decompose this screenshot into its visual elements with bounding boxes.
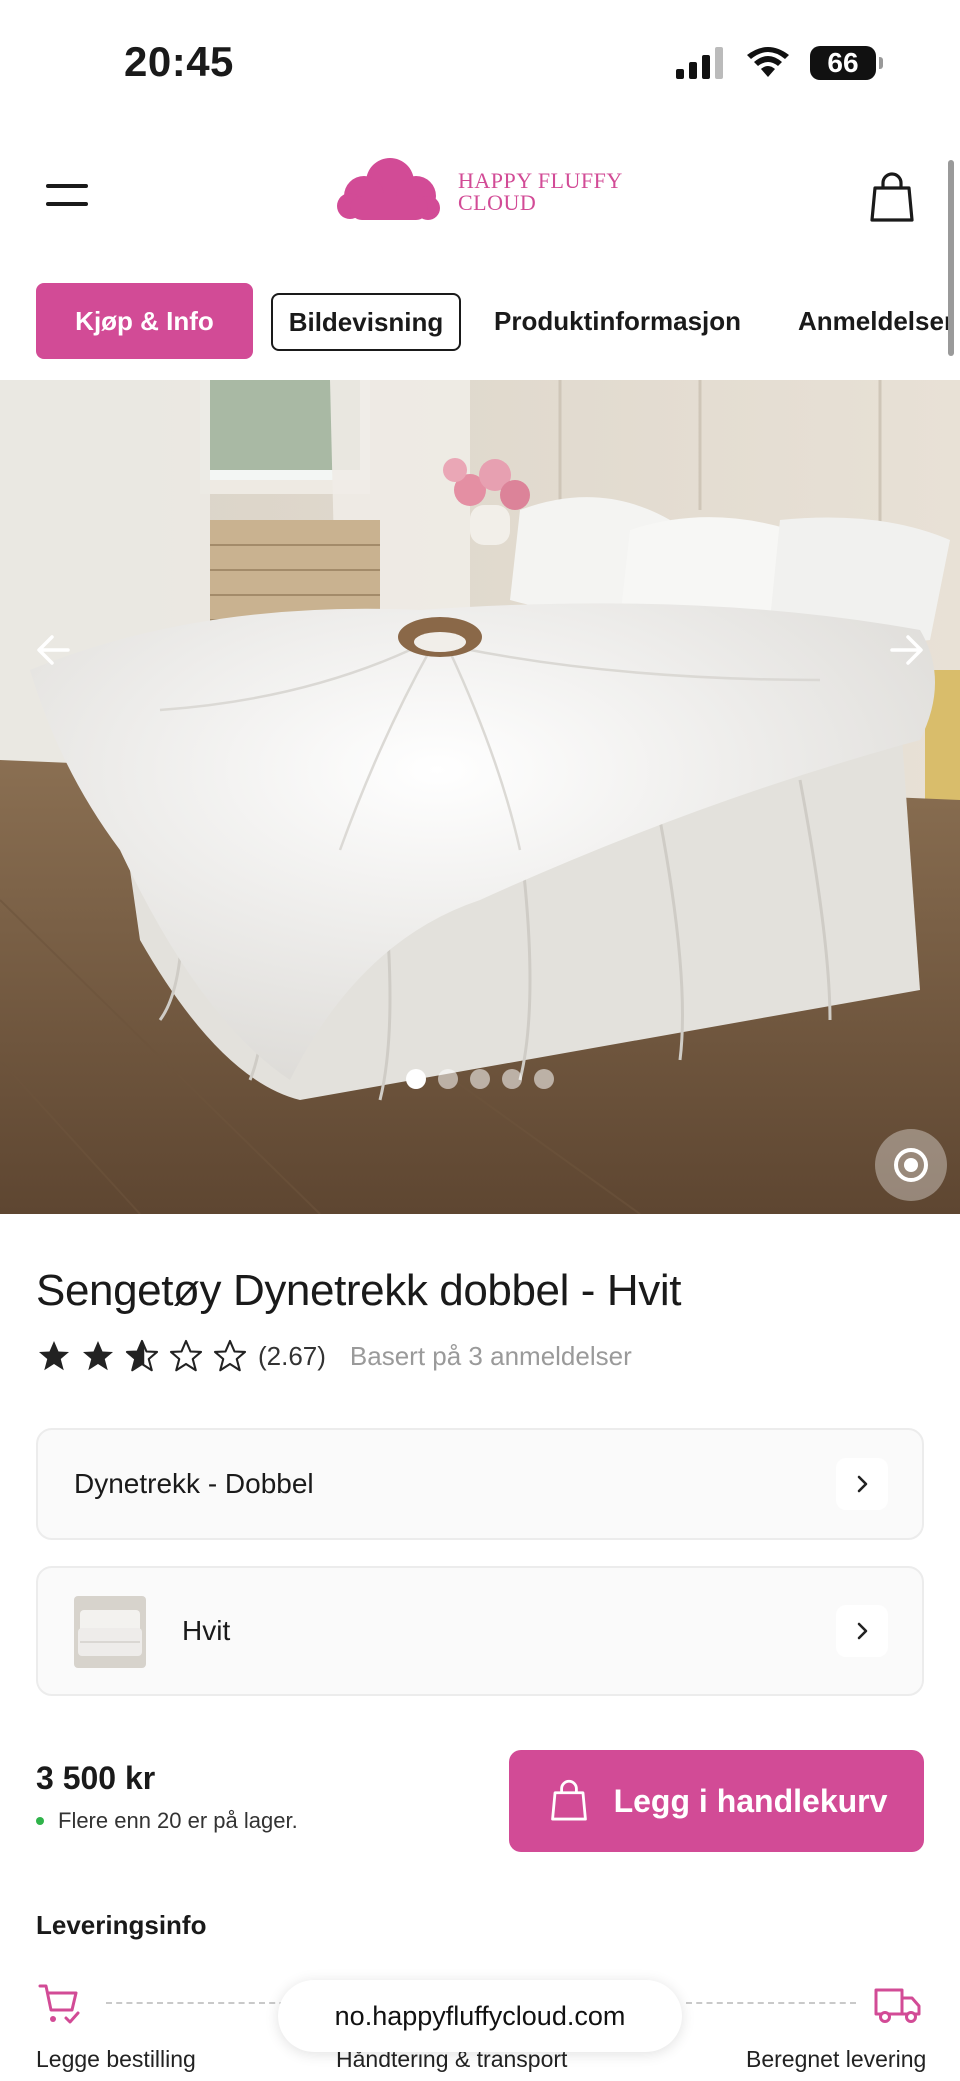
brand-name-line2: CLOUD [458, 190, 537, 215]
product-title: Sengetøy Dynetrekk dobbel - Hvit [36, 1266, 682, 1315]
rating-value: (2.67) [258, 1340, 326, 1371]
add-to-cart-label: Legg i handlekurv [613, 1782, 888, 1819]
tab-image-view[interactable]: Bildevisning [271, 293, 461, 351]
cloud-logo-icon [337, 158, 440, 220]
delivery-step-estimated: Beregnet levering [746, 2046, 927, 2072]
target-circle-icon [894, 1148, 928, 1182]
color-option-value: Hvit [182, 1615, 231, 1646]
delivery-truck-icon [874, 1988, 921, 2023]
gallery-dot[interactable] [534, 1069, 554, 1089]
chevron-right-icon [836, 1605, 888, 1657]
star-empty-icon [169, 1339, 203, 1372]
page-scrollbar[interactable] [948, 160, 954, 356]
size-option-value: Dynetrekk - Dobbel [74, 1468, 314, 1499]
wifi-icon [747, 47, 789, 77]
gallery-dot[interactable] [470, 1069, 490, 1089]
star-half-icon [125, 1339, 159, 1372]
brand-logo[interactable]: HAPPY FLUFFY CLOUD [336, 156, 623, 228]
timeline-connector [686, 2002, 856, 2004]
in-stock-dot-icon [36, 1817, 44, 1825]
cellular-signal-icon [676, 47, 723, 79]
star-filled-icon [39, 1341, 69, 1371]
review-count-link[interactable]: Basert på 3 anmeldelser [350, 1341, 632, 1372]
color-option-selector[interactable]: Hvit [36, 1566, 924, 1696]
color-swatch-thumbnail [74, 1596, 146, 1668]
star-filled-icon [83, 1341, 113, 1371]
chevron-right-icon [836, 1458, 888, 1510]
tab-reviews[interactable]: Anmeldelser [798, 283, 954, 359]
next-image-arrow-icon[interactable] [878, 622, 934, 678]
stock-text: Flere enn 20 er på lager. [58, 1808, 298, 1833]
hamburger-icon-line [46, 202, 88, 206]
view-in-room-button[interactable] [875, 1129, 947, 1201]
previous-image-arrow-icon[interactable] [26, 622, 82, 678]
star-empty-icon [213, 1339, 247, 1372]
gallery-pagination [0, 1069, 960, 1089]
delivery-info-title: Leveringsinfo [36, 1910, 207, 1940]
battery-icon: 66 [810, 46, 883, 80]
status-time: 20:45 [124, 38, 234, 85]
gallery-dot[interactable] [406, 1069, 426, 1089]
add-to-cart-button[interactable]: Legg i handlekurv [509, 1750, 924, 1852]
tab-product-info[interactable]: Produktinformasjon [494, 283, 741, 359]
hamburger-icon [46, 184, 88, 188]
cart-button[interactable] [864, 170, 920, 226]
site-header: HAPPY FLUFFY CLOUD [0, 140, 960, 260]
section-tabs: Kjøp & Info Bildevisning Produktinformas… [0, 283, 960, 363]
gallery-dot[interactable] [502, 1069, 522, 1089]
shopping-bag-icon [870, 172, 914, 222]
stock-status: Flere enn 20 er på lager. [36, 1808, 298, 1834]
hamburger-menu-button[interactable] [40, 176, 92, 220]
browser-address-bar[interactable]: no.happyfluffycloud.com [278, 1980, 682, 2052]
delivery-step-order: Legge bestilling [36, 2046, 196, 2072]
cart-check-icon [38, 1984, 80, 2024]
brand-name: HAPPY FLUFFY CLOUD [458, 170, 623, 214]
product-rating[interactable]: (2.67) Basert på 3 anmeldelser [36, 1336, 632, 1376]
brand-name-line1: HAPPY FLUFFY [458, 168, 623, 193]
shopping-bag-icon [550, 1779, 587, 1821]
status-icons: 66 [676, 46, 883, 80]
gallery-dot[interactable] [438, 1069, 458, 1089]
tab-buy-info[interactable]: Kjøp & Info [36, 283, 253, 359]
product-price: 3 500 kr [36, 1760, 156, 1796]
status-bar: 20:45 66 [0, 0, 960, 120]
size-option-selector[interactable]: Dynetrekk - Dobbel [36, 1428, 924, 1540]
